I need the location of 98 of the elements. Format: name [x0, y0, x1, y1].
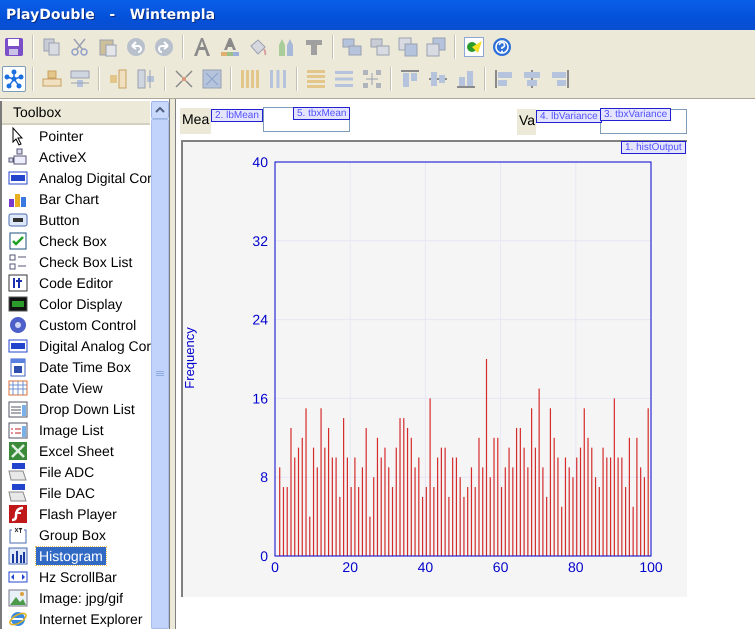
font-icon[interactable]	[192, 37, 212, 57]
rows-icon[interactable]	[334, 69, 354, 89]
toolbox-item[interactable]: Bar Chart	[36, 190, 102, 208]
variance-label: Va	[517, 109, 536, 135]
toolbox-item[interactable]: Image List	[36, 420, 107, 438]
toolbox-item[interactable]: Custom Control	[36, 316, 140, 334]
pencils-icon[interactable]	[276, 37, 296, 57]
y-tick-label: 8	[260, 469, 268, 486]
help-icon[interactable]	[492, 37, 512, 57]
folder-icon	[8, 482, 28, 502]
color-picker-icon[interactable]	[464, 37, 484, 57]
checklist-icon	[8, 252, 28, 272]
y-tick-label: 32	[252, 232, 268, 249]
expand-icon[interactable]	[202, 69, 222, 89]
rows-icon[interactable]	[306, 69, 326, 89]
align-right-icon[interactable]	[550, 69, 570, 89]
y-tick-label: 16	[252, 390, 268, 406]
network-icon[interactable]	[4, 69, 24, 89]
paint-bucket-icon[interactable]	[248, 37, 268, 57]
align-top-icon[interactable]	[400, 69, 420, 89]
calendar-icon	[8, 356, 28, 376]
control-name-tooltip: 2. lbMean	[211, 109, 263, 122]
x-tick-label: 40	[418, 559, 434, 575]
move-backward-icon[interactable]	[426, 37, 446, 57]
align-left-icon[interactable]	[494, 69, 514, 89]
toolbox-item[interactable]: Date View	[36, 378, 106, 396]
toolbox-item[interactable]: Group Box	[36, 526, 109, 544]
spreadsheet-icon	[8, 440, 28, 460]
align-bottom-icon[interactable]	[456, 69, 476, 89]
shrink-icon[interactable]	[174, 69, 194, 89]
calendar-grid-icon	[8, 378, 28, 398]
toolbox-item[interactable]: Flash Player	[36, 504, 120, 522]
control-name-tooltip: 5. tbxMean	[293, 107, 350, 120]
save-icon[interactable]	[4, 37, 24, 57]
center-vertical-icon[interactable]	[108, 69, 128, 89]
x-tick-label: 0	[271, 559, 279, 575]
y-tick-label: 24	[252, 312, 268, 328]
histogram-icon	[8, 546, 28, 566]
toolbox-item[interactable]: Pointer	[36, 126, 86, 144]
toolbox-item[interactable]: Image: jpg/gif	[36, 588, 126, 606]
toolbox-item[interactable]: Button	[36, 210, 82, 228]
undo-icon[interactable]	[126, 37, 146, 57]
align-center-icon[interactable]	[522, 69, 542, 89]
toolbox-item[interactable]: Check Box List	[36, 252, 136, 270]
redo-icon[interactable]	[154, 37, 174, 57]
x-tick-label: 100	[639, 559, 663, 575]
font-color-icon[interactable]	[220, 37, 240, 57]
code-icon	[8, 272, 28, 292]
toolbox-item[interactable]: Color Display	[36, 294, 126, 312]
control-name-tooltip: 1. histOutput	[621, 141, 686, 154]
display-icon	[8, 294, 28, 314]
y-tick-label: 40	[252, 154, 268, 170]
scissors-icon[interactable]	[70, 37, 90, 57]
clipboard-icon[interactable]	[98, 37, 118, 57]
toolbox-item[interactable]: Hz ScrollBar	[36, 568, 120, 586]
dropdown-icon	[8, 398, 28, 418]
control-name-tooltip: 3. tbxVariance	[600, 108, 672, 121]
toolbox-item[interactable]: Date Time Box	[36, 358, 134, 376]
folder-icon	[8, 462, 28, 482]
gear-icon	[8, 314, 28, 334]
toolbox-item[interactable]: Histogram	[36, 546, 106, 564]
move-forward-icon[interactable]	[398, 37, 418, 57]
space-horizontal-icon[interactable]	[70, 69, 90, 89]
toolbox-item[interactable]: Digital Analog Cor	[36, 336, 154, 354]
toolbox-item[interactable]: File ADC	[36, 462, 98, 480]
grid-icon[interactable]	[362, 69, 382, 89]
toolbox-item[interactable]: Code Editor	[36, 274, 116, 292]
columns-icon[interactable]	[268, 69, 288, 89]
panel-header: Toolbox	[2, 101, 150, 125]
scroll-up-button[interactable]	[151, 101, 169, 119]
toolbox-item[interactable]: Analog Digital Cor	[36, 168, 155, 186]
copy-icon[interactable]	[42, 37, 62, 57]
x-tick-label: 80	[568, 559, 584, 575]
columns-icon[interactable]	[240, 69, 260, 89]
space-vertical-icon[interactable]	[136, 69, 156, 89]
image-icon	[8, 588, 28, 608]
window-title: PlayDouble - Wintempla	[6, 7, 216, 23]
list-icon	[8, 420, 28, 440]
checkbox-icon	[8, 230, 28, 250]
y-tick-label: 0	[260, 548, 268, 564]
grip-icon	[156, 371, 164, 377]
component-icon	[8, 146, 28, 166]
center-horizontal-icon[interactable]	[42, 69, 62, 89]
flash-icon	[8, 504, 28, 524]
toolbox-item[interactable]: Internet Explorer	[36, 610, 146, 628]
toolbox-item[interactable]: Check Box	[36, 232, 110, 250]
mean-label: Mea	[180, 108, 211, 134]
x-tick-label: 60	[492, 559, 508, 575]
toolbox-item[interactable]: Drop Down List	[36, 400, 138, 418]
toolbox-item[interactable]: ActiveX	[36, 148, 90, 166]
toolbox-item[interactable]: File DAC	[36, 484, 98, 502]
send-back-icon[interactable]	[370, 37, 390, 57]
toolbox-item[interactable]: Excel Sheet	[36, 442, 117, 460]
align-middle-icon[interactable]	[428, 69, 448, 89]
y-axis-label: Frequency	[183, 327, 197, 389]
bring-front-icon[interactable]	[342, 37, 362, 57]
control-name-tooltip: 4. lbVariance	[536, 110, 602, 123]
x-tick-label: 20	[342, 559, 358, 575]
